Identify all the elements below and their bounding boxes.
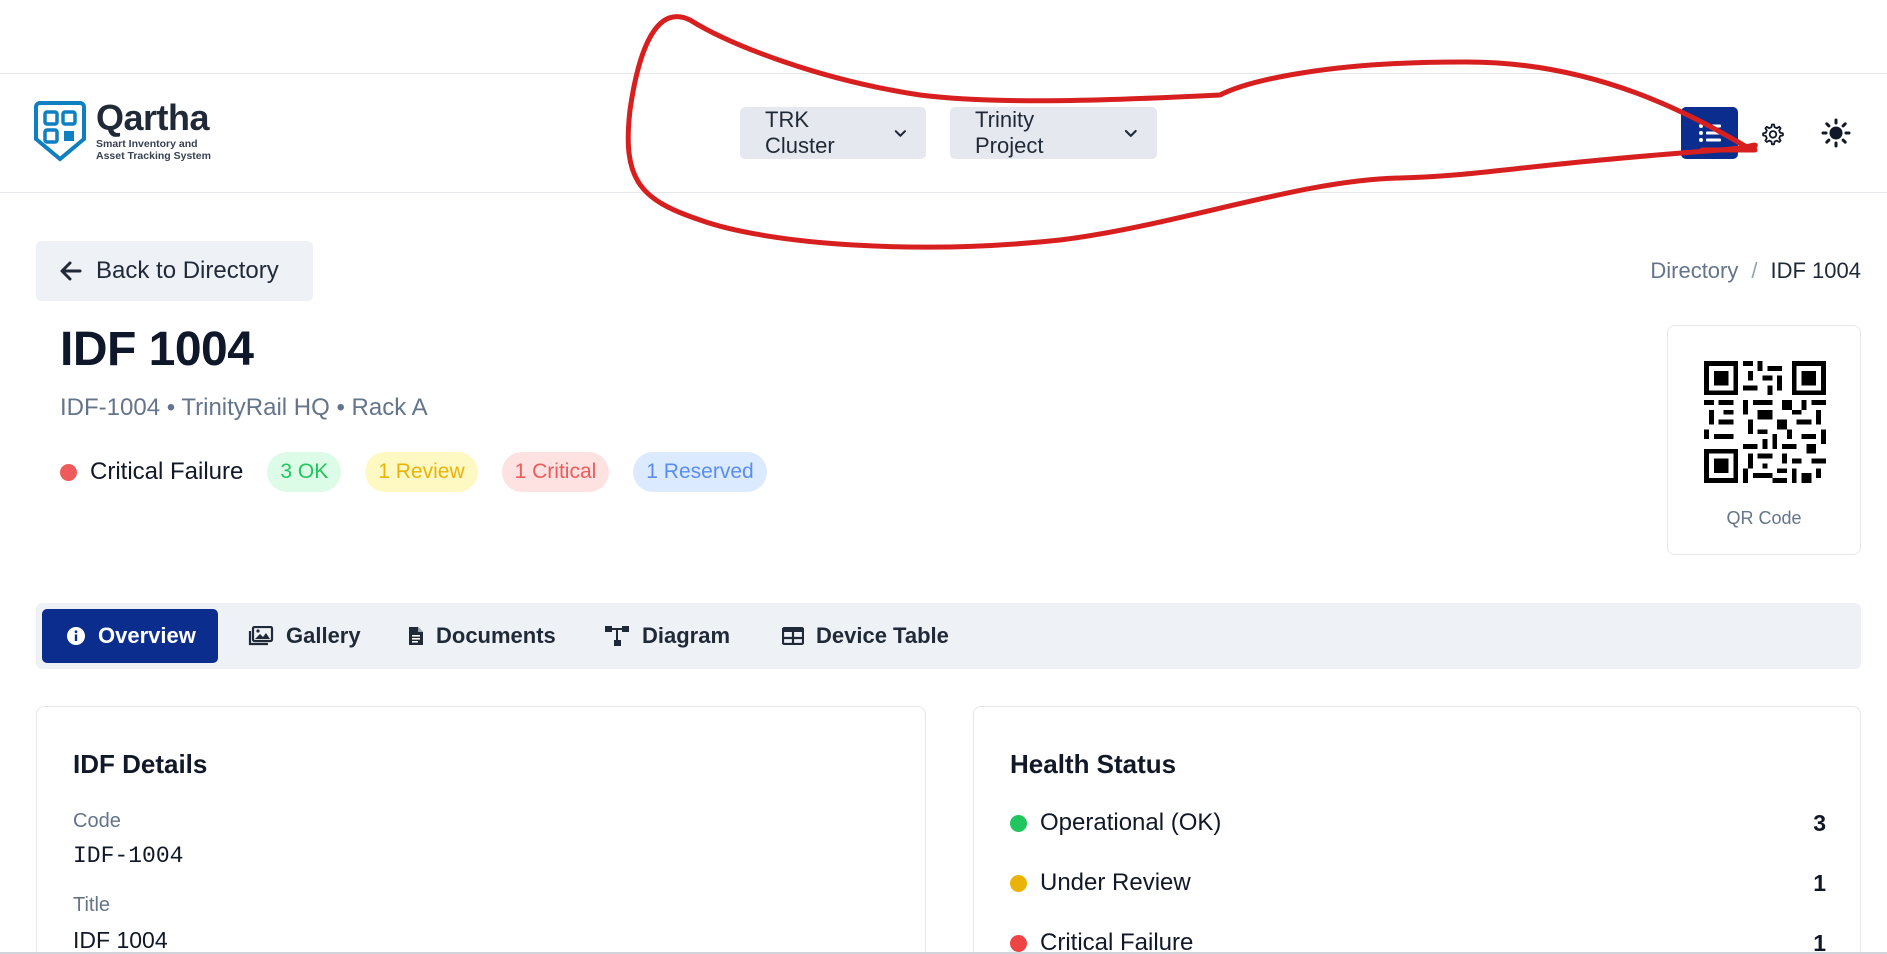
tab-bar: Overview Gallery Documents Diagram Devic… [36,603,1861,669]
info-icon [67,627,85,645]
breadcrumb-directory[interactable]: Directory [1650,258,1738,284]
gallery-icon [248,626,274,646]
health-count: 3 [1813,809,1826,836]
chevron-down-icon [1125,129,1138,137]
page-subtitle: IDF-1004 • TrinityRail HQ • Rack A [60,394,428,421]
tab-label: Device Table [816,623,949,648]
code-value: IDF-1004 [73,843,184,869]
logo[interactable]: Qartha Smart Inventory and Asset Trackin… [34,99,226,163]
health-label: Critical Failure [1040,929,1194,954]
page-title: IDF 1004 [60,323,254,376]
tab-overview[interactable]: Overview [42,609,218,663]
title-label: Title [73,894,111,916]
ok-badge: 3 OK [267,452,342,492]
idf-details-card: IDF Details Code IDF-1004 Title IDF 1004 [36,706,926,954]
diagram-icon [605,626,629,646]
gear-icon [1762,123,1784,146]
breadcrumb-separator: / [1751,258,1758,283]
arrow-left-icon [60,261,82,281]
critical-badge: 1 Critical [501,452,610,492]
reserved-badge: 1 Reserved [633,452,767,492]
document-icon [409,627,423,645]
status-dot [60,463,77,481]
health-label: Under Review [1040,869,1191,896]
logo-icon [34,101,86,162]
qr-code-image [1704,361,1826,483]
health-row-critical: Critical Failure 1 [1010,929,1826,954]
table-icon [782,627,804,645]
health-row-review: Under Review 1 [1010,869,1826,897]
back-label: Back to Directory [96,257,279,284]
settings-button[interactable] [1757,119,1787,149]
qr-code-card[interactable]: QR Code [1667,325,1861,555]
tab-device-table[interactable]: Device Table [782,609,949,663]
tab-label: Gallery [286,623,361,648]
health-count: 1 [1813,929,1826,954]
status-dot [1010,814,1027,832]
status-row: Critical Failure 3 OK 1 Review 1 Critica… [60,451,791,493]
list-view-button[interactable] [1681,107,1738,159]
project-select-value: Trinity Project [975,107,1044,158]
status-text: Critical Failure [90,458,244,485]
title-value: IDF 1004 [73,927,168,953]
tab-label: Documents [436,623,556,648]
chevron-down-icon [895,130,907,137]
theme-toggle-button[interactable] [1819,116,1853,150]
breadcrumb: Directory / IDF 1004 [1650,258,1861,284]
health-row-ok: Operational (OK) 3 [1010,809,1826,837]
code-label: Code [73,810,121,832]
logo-tagline: Smart Inventory and Asset Tracking Syste… [96,138,211,162]
qr-code-label: QR Code [1726,508,1802,528]
logo-name: Qartha [96,97,210,138]
tab-documents[interactable]: Documents [408,609,556,663]
tab-gallery[interactable]: Gallery [248,609,361,663]
card-title: IDF Details [73,749,208,779]
health-count: 1 [1813,869,1826,896]
project-select[interactable]: Trinity Project [950,107,1157,159]
status-dot [1010,934,1027,952]
app-header: Qartha Smart Inventory and Asset Trackin… [0,75,1887,193]
tab-label: Diagram [642,623,731,648]
list-icon [1698,124,1721,142]
cluster-select-value: TRK Cluster [765,107,835,158]
status-dot [1010,874,1027,892]
tab-diagram[interactable]: Diagram [604,609,730,663]
health-label: Operational (OK) [1040,809,1222,836]
tab-label: Overview [98,623,196,648]
health-status-card: Health Status Operational (OK) 3 Under R… [973,706,1861,954]
cluster-select[interactable]: TRK Cluster [740,107,926,159]
top-blank-bar [0,0,1887,74]
back-to-directory-button[interactable]: Back to Directory [36,241,313,301]
card-title: Health Status [1010,749,1177,779]
sun-icon [1821,118,1851,148]
review-badge: 1 Review [365,452,478,492]
breadcrumb-current: IDF 1004 [1770,258,1862,283]
